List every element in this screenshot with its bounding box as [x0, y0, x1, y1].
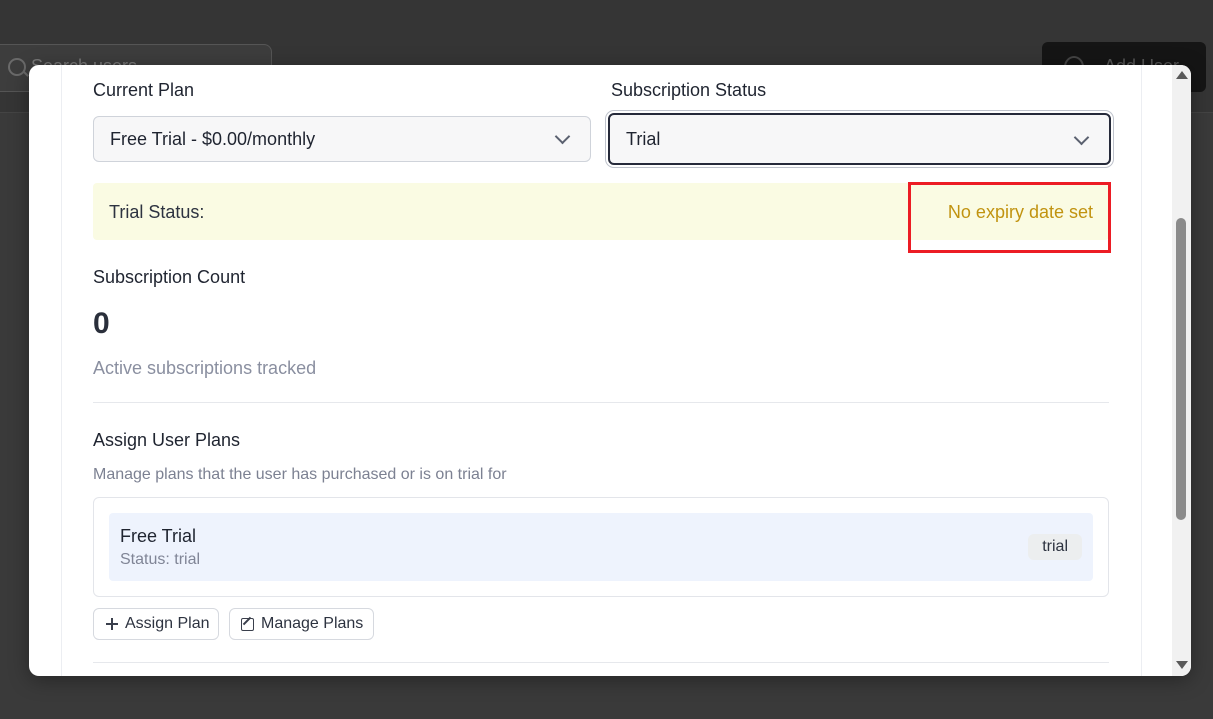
status-badge: trial [1028, 534, 1082, 560]
chevron-down-icon [1073, 129, 1090, 146]
divider [93, 662, 1109, 663]
plan-name: Free Trial [120, 526, 197, 546]
subscription-status-value: Trial [626, 129, 661, 149]
current-plan-label: Current Plan [93, 80, 195, 100]
assign-plan-label: Assign Plan [125, 615, 210, 632]
edit-user-modal: Current Plan Free Trial - $0.00/monthly … [29, 65, 1191, 676]
manage-plans-button[interactable]: Manage Plans [229, 608, 374, 640]
modal-scrollbar[interactable] [1172, 65, 1191, 676]
manage-plans-label: Manage Plans [261, 615, 364, 632]
edit-icon [241, 618, 254, 631]
trial-status-label: Trial Status: [109, 202, 205, 222]
plans-list: Free Trial Status: trial trial [93, 497, 1109, 597]
scrollbar-thumb[interactable] [1176, 218, 1186, 520]
scroll-down-arrow-icon[interactable] [1176, 661, 1188, 669]
chevron-down-icon [554, 128, 571, 145]
highlight-box [908, 182, 1111, 253]
search-icon [8, 58, 26, 76]
subscription-count-caption: Active subscriptions tracked [93, 358, 317, 378]
assign-plan-button[interactable]: Assign Plan [93, 608, 219, 640]
plan-status: Status: trial [120, 551, 201, 568]
subscription-count-value: 0 [93, 307, 110, 340]
current-plan-select[interactable]: Free Trial - $0.00/monthly [93, 116, 591, 162]
assign-plans-description: Manage plans that the user has purchased… [93, 466, 507, 483]
divider [93, 402, 1109, 403]
plus-icon [106, 618, 118, 630]
subscription-status-select[interactable]: Trial [608, 113, 1111, 165]
subscription-status-label: Subscription Status [611, 80, 767, 100]
scroll-up-arrow-icon[interactable] [1176, 71, 1188, 79]
list-item[interactable]: Free Trial Status: trial trial [109, 513, 1093, 581]
current-plan-value: Free Trial - $0.00/monthly [110, 129, 316, 149]
subscription-count-title: Subscription Count [93, 267, 246, 287]
assign-plans-title: Assign User Plans [93, 430, 241, 450]
